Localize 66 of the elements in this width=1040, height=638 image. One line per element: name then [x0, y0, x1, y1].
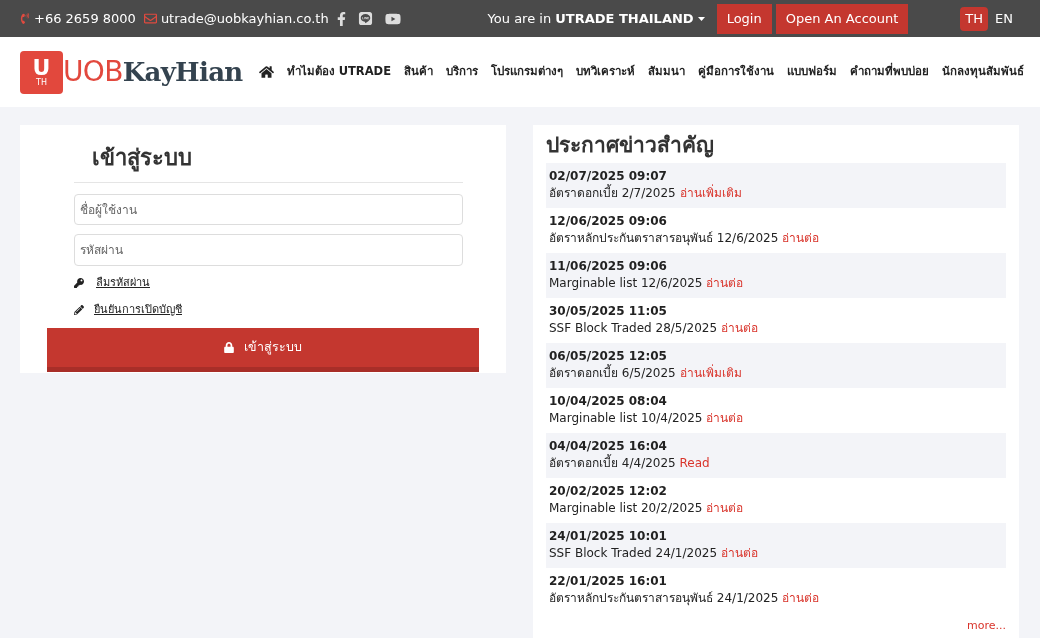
key-icon [74, 278, 84, 289]
read-more-link[interactable]: อ่านเพิ่มเติม [679, 186, 742, 200]
phone-icon [20, 13, 30, 24]
nav-link[interactable]: โปรแกรมต่างๆ [491, 63, 563, 81]
logo-wordmark[interactable]: UOBKayHian [63, 58, 243, 86]
more-link[interactable]: more... [967, 618, 1006, 635]
email-address: utrade@uobkayhian.co.th [160, 9, 329, 28]
nav-link[interactable]: แบบฟอร์ม [787, 63, 837, 81]
read-more-link[interactable]: อ่านต่อ [720, 321, 758, 335]
read-more-link[interactable]: อ่านต่อ [706, 501, 744, 515]
facebook-icon[interactable] [336, 11, 346, 26]
nav-link[interactable]: คำถามที่พบบ่อย [850, 63, 929, 81]
nav-link[interactable]: นักลงทุนสัมพันธ์ [942, 63, 1024, 81]
read-more-link[interactable]: อ่านต่อ [782, 591, 820, 605]
username-field[interactable]: ชื่อผู้ใช้งาน [74, 194, 463, 225]
news-text: อัตราดอกเบี้ย 6/5/2025 [549, 366, 676, 380]
caret-icon[interactable] [697, 16, 705, 21]
news-date: 06/05/2025 12:05 [549, 348, 668, 364]
news-title: ประกาศข่าวสำคัญ [546, 132, 715, 159]
language-option[interactable]: TH [960, 6, 989, 31]
news-text: SSF Block Traded 24/1/2025 [549, 546, 718, 560]
login-button[interactable]: Login [716, 3, 772, 34]
nav-link[interactable]: บทวิเคราะห์ [576, 63, 635, 81]
pencil-icon[interactable] [74, 304, 84, 315]
news-date: 30/05/2025 11:05 [549, 303, 668, 320]
read-more-link[interactable]: อ่านต่อ [782, 231, 820, 245]
nav-link[interactable]: บริการ [446, 63, 478, 81]
forgot-password-link[interactable]: ลืมรหัสผ่าน [96, 275, 150, 292]
news-date: 24/01/2025 10:01 [549, 528, 668, 545]
nav-link[interactable]: สินค้า [404, 63, 433, 81]
read-more-link[interactable]: อ่านต่อ [706, 411, 744, 425]
chat-bubble-icon[interactable] [357, 11, 373, 26]
login-title: เข้าสู่ระบบ [92, 145, 192, 170]
read-more-link[interactable]: อ่านต่อ [706, 276, 744, 290]
lock-icon [224, 342, 234, 353]
nav-link[interactable]: คู่มือการใช้งาน [698, 63, 774, 81]
nav-link[interactable]: ทำไมต้อง UTRADE [286, 63, 391, 81]
news-text: อัตราดอกเบี้ย 2/7/2025 [549, 186, 676, 200]
news-text: Marginable list 20/2/2025 [549, 501, 703, 515]
news-date: 02/07/2025 09:07 [549, 168, 668, 184]
news-date: 04/04/2025 16:04 [549, 438, 668, 454]
news-date: 10/04/2025 08:04 [549, 393, 668, 410]
news-date: 20/02/2025 12:02 [549, 483, 668, 500]
news-date: 22/01/2025 16:01 [549, 573, 668, 590]
news-text: อัตราหลักประกันตราสารอนุพันธ์ 12/6/2025 [549, 231, 779, 245]
news-date: 11/06/2025 09:06 [549, 258, 668, 275]
logo-mark[interactable]: U TH [20, 50, 63, 94]
news-text: อัตราดอกเบี้ย 4/4/2025 [549, 456, 676, 470]
home-icon[interactable] [258, 65, 274, 79]
news-text: Marginable list 12/6/2025 [549, 276, 703, 290]
open-account-button[interactable]: Open An Account [775, 3, 909, 34]
password-field[interactable]: รหัสผ่าน [74, 234, 463, 266]
news-date: 12/06/2025 09:06 [549, 213, 668, 230]
read-more-link[interactable]: Read [679, 456, 710, 470]
phone-number: +66 2659 8000 [34, 9, 136, 28]
nav-link[interactable]: สัมมนา [648, 63, 685, 81]
news-text: Marginable list 10/4/2025 [549, 411, 703, 425]
login-submit-button[interactable]: เข้าสู่ระบบ [47, 328, 479, 372]
news-text: อัตราหลักประกันตราสารอนุพันธ์ 24/1/2025 [549, 591, 779, 605]
mail-icon [143, 12, 157, 25]
confirm-account-link[interactable]: ยืนยันการเปิดบัญชี [94, 301, 182, 318]
news-text: SSF Block Traded 28/5/2025 [549, 321, 718, 335]
read-more-link[interactable]: อ่านต่อ [720, 546, 758, 560]
location-selector[interactable]: You are in UTRADE THAILAND [487, 8, 694, 29]
read-more-link[interactable]: อ่านเพิ่มเติม [679, 366, 742, 380]
language-option[interactable]: EN [990, 6, 1018, 31]
